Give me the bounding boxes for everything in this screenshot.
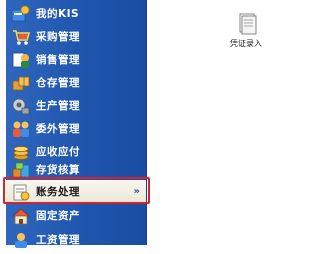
my-kis-icon — [11, 4, 31, 24]
sidebar-item-purchase[interactable]: 采购管理 — [6, 25, 146, 49]
sidebar-item-label: 工资管理 — [36, 234, 80, 246]
sidebar-item-fixed-assets[interactable]: 固定资产 — [6, 204, 146, 228]
expand-chevron-icon[interactable]: » — [134, 184, 140, 200]
payroll-management-icon — [11, 230, 31, 250]
shortcut-label: 凭证录入 — [230, 39, 262, 48]
warehouse-management-icon — [11, 73, 31, 93]
module-sidebar: 我的KIS 采购管理 销售管理 仓存管理 生产管理 委外管理 应收应付 存货核算… — [6, 0, 147, 248]
sidebar-item-accounting[interactable]: 账务处理 » — [6, 180, 146, 204]
sales-management-icon — [11, 50, 31, 70]
sidebar-item-label: 生产管理 — [36, 100, 80, 112]
sidebar-item-outsourcing[interactable]: 委外管理 — [6, 117, 146, 141]
sidebar-item-sales[interactable]: 销售管理 — [6, 48, 146, 72]
desktop-shortcut-voucher-entry[interactable]: 凭证录入 — [230, 12, 272, 62]
sidebar-item-my-kis[interactable]: 我的KIS — [6, 2, 146, 26]
outsourcing-management-icon — [11, 119, 31, 139]
accounting-processing-icon — [11, 182, 31, 202]
sidebar-item-label: 固定资产 — [36, 210, 80, 222]
inventory-accounting-icon — [11, 160, 31, 180]
sidebar-item-label: 委外管理 — [36, 123, 80, 135]
voucher-entry-icon — [238, 12, 258, 40]
sidebar-item-label: 我的KIS — [36, 8, 80, 20]
sidebar-item-label: 销售管理 — [36, 54, 80, 66]
production-management-icon — [11, 96, 31, 116]
sidebar-item-inventory-accounting[interactable]: 存货核算 — [6, 158, 146, 182]
sidebar-item-production[interactable]: 生产管理 — [6, 94, 146, 118]
sidebar-item-label: 存货核算 — [36, 164, 80, 176]
sidebar-item-label: 账务处理 — [36, 186, 80, 198]
purchase-management-icon — [11, 27, 31, 47]
sidebar-item-label: 仓存管理 — [36, 77, 80, 89]
sidebar-item-label: 采购管理 — [36, 31, 80, 43]
sidebar-item-payroll[interactable]: 工资管理 — [6, 228, 146, 252]
fixed-assets-icon — [11, 206, 31, 226]
sidebar-item-warehouse[interactable]: 仓存管理 — [6, 71, 146, 95]
